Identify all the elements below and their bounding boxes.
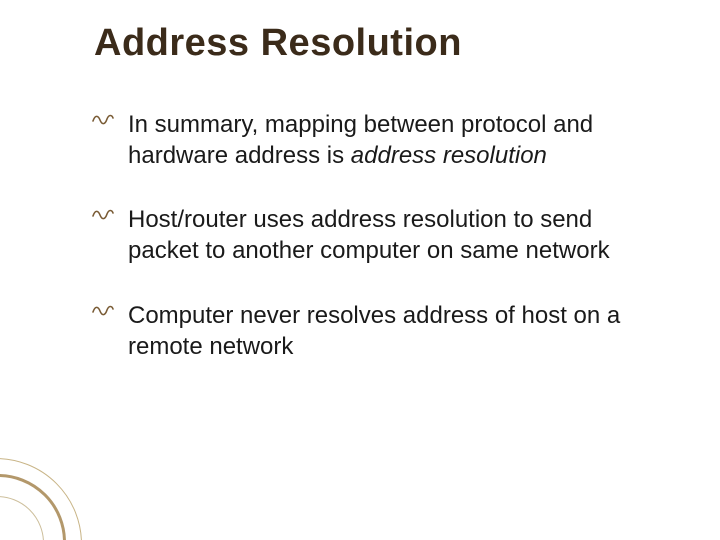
slide-title: Address Resolution [94,22,462,65]
list-item-text: Host/router uses address resolution to s… [128,205,650,266]
list-item: Host/router uses address resolution to s… [100,205,650,266]
text-pre: Host/router uses address resolution to s… [128,206,610,264]
list-item-text: In summary, mapping between protocol and… [128,110,650,171]
slide: Address Resolution In summary, mapping b… [0,0,720,540]
list-item: In summary, mapping between protocol and… [100,110,650,171]
squiggle-bullet-icon [92,303,128,317]
text-pre: Computer never resolves address of host … [128,302,620,360]
squiggle-bullet-icon [92,207,128,221]
slide-body: In summary, mapping between protocol and… [100,110,650,396]
list-item: Computer never resolves address of host … [100,301,650,362]
text-em: address resolution [351,142,547,169]
corner-decoration [0,445,95,540]
squiggle-bullet-icon [92,112,128,126]
list-item-text: Computer never resolves address of host … [128,301,650,362]
